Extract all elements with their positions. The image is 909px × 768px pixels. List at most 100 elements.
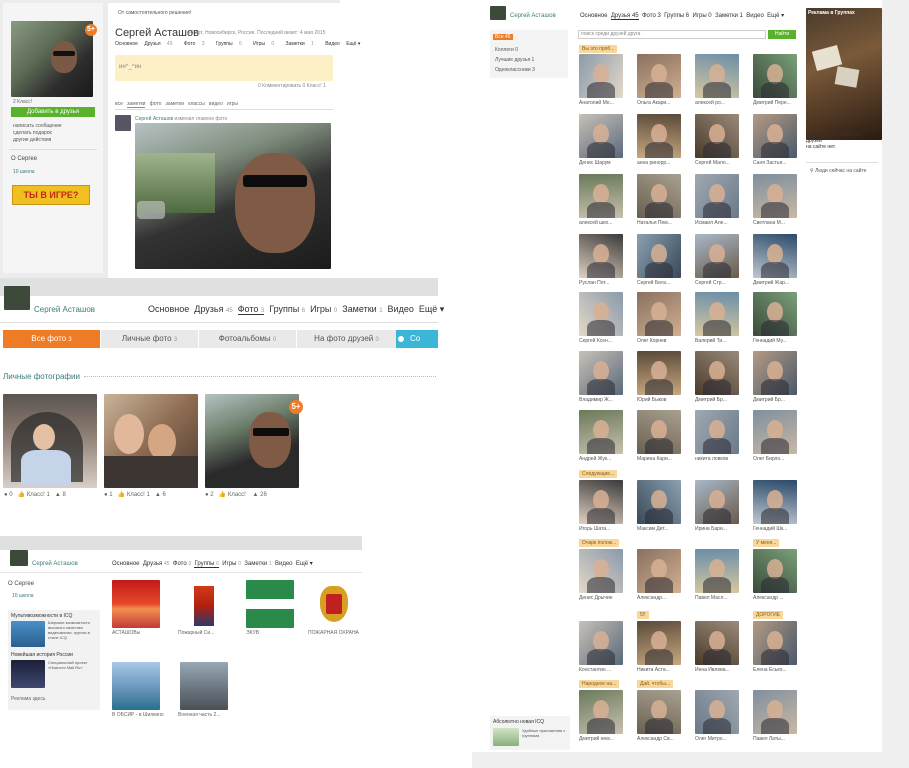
feed-tab-notes2[interactable]: заметки xyxy=(166,101,184,107)
nav-friends[interactable]: Друзья 45 xyxy=(194,304,232,314)
status-text: ин^_^ин xyxy=(119,64,142,70)
nav-notes[interactable]: Заметки 1 xyxy=(244,561,271,567)
feed-tab-notes[interactable]: заметки xyxy=(127,101,146,108)
tab-video[interactable]: Видео xyxy=(325,41,340,47)
left-column: 5+ 2 Класс! Добавить в друзья написать с… xyxy=(3,3,103,273)
profile-panel: 5+ 2 Класс! Добавить в друзья написать с… xyxy=(0,0,360,278)
group-5-name[interactable]: В ОБСИР - в Шилкино xyxy=(112,712,164,718)
tab-notes[interactable]: Заметки 1 xyxy=(286,41,319,47)
photo-2[interactable] xyxy=(104,394,198,488)
tab-all-photos[interactable]: Все фото 3 xyxy=(3,330,100,348)
school-link[interactable]: 10 школа xyxy=(12,593,34,599)
feed-author-link[interactable]: Сергей Асташов xyxy=(135,116,173,122)
ad2-text: Специальный проект «Новости Mail.Ru» xyxy=(48,660,88,670)
group-5-image[interactable] xyxy=(112,662,160,710)
feed-tab-photo[interactable]: фото xyxy=(150,101,162,107)
divider xyxy=(9,149,97,150)
photo-1-stats: ● 0 👍 Класс! 1 ▲ 8 xyxy=(4,492,66,498)
action-message[interactable]: написать сообщение xyxy=(13,123,62,129)
nav-friends[interactable]: Друзья 45 xyxy=(143,561,170,567)
nav-notes[interactable]: Заметки 1 xyxy=(342,304,382,314)
group-1-name[interactable]: АСТАШОВы xyxy=(112,630,140,636)
tab-friends-photos[interactable]: На фото друзей 0 xyxy=(296,330,396,348)
tab-photo[interactable]: Фото 3 xyxy=(184,41,210,47)
group-3-name[interactable]: ЭКУВ xyxy=(246,630,259,636)
tab-games[interactable]: Игры 0 xyxy=(253,41,279,47)
view-icon: ▲ xyxy=(54,492,61,498)
tab-albums[interactable]: Фотоальбомы 0 xyxy=(198,330,296,348)
promo-banner[interactable]: ТЫ В ИГРЕ? xyxy=(12,185,90,205)
tab-friends[interactable]: Друзья 45 xyxy=(144,41,177,47)
nav-groups[interactable]: Группы 6 xyxy=(269,304,305,314)
avatar[interactable] xyxy=(10,550,28,566)
ad1-title[interactable]: Мультивозможности в ICQ xyxy=(11,613,72,619)
nav-games[interactable]: Игры 0 xyxy=(310,304,337,314)
top-notice: От самостоятельного решения! xyxy=(118,10,192,16)
like-icon[interactable]: 👍 xyxy=(18,492,25,498)
school-link[interactable]: 10 школа xyxy=(13,169,35,175)
groups-panel: Сергей Асташов Основное Друзья 45 Фото 3… xyxy=(0,528,372,728)
group-4-name[interactable]: ПОЖАРНАЯ ОХРАНА xyxy=(308,630,359,636)
group-2-image[interactable] xyxy=(180,580,228,628)
photo-3-stats: ● 2 👍 Класс! ▲ 26 xyxy=(205,492,267,498)
like-icon[interactable]: 👍 xyxy=(118,492,125,498)
tag-layer: Вы это проб... Следующие... Очарк полож...… xyxy=(472,0,882,752)
photos-panel: Сергей Асташов Основное Друзья 45 Фото 3… xyxy=(0,278,444,528)
group-6-image[interactable] xyxy=(180,662,228,710)
comment-icon: ● xyxy=(104,492,108,498)
group-6-name[interactable]: Военная часть 2... xyxy=(178,712,220,718)
section-tag: Народное на... xyxy=(579,680,620,688)
section-tag: Дай, чтобы... xyxy=(637,680,673,688)
feed-tab-video[interactable]: видео xyxy=(209,101,223,107)
ad2-image[interactable] xyxy=(11,660,45,688)
ad-footer[interactable]: Реклама здесь xyxy=(11,696,45,702)
nav-photo[interactable]: Фото 3 xyxy=(173,561,191,567)
photo-1[interactable] xyxy=(3,394,97,488)
action-gift[interactable]: сделать подарок xyxy=(13,130,52,136)
profile-name[interactable]: Сергей Асташов xyxy=(34,305,95,314)
add-friend-button[interactable]: Добавить в друзья xyxy=(11,107,95,117)
photo-counts: 2 Класс! xyxy=(13,99,33,105)
nav-video[interactable]: Видео xyxy=(275,561,293,567)
avatar[interactable] xyxy=(4,286,30,310)
section-tag: Следующие... xyxy=(579,470,618,478)
nav-more[interactable]: Ещё ▾ xyxy=(419,304,444,314)
photo-3[interactable] xyxy=(205,394,299,488)
nav-main[interactable]: Основное xyxy=(148,304,189,314)
status-box: ин^_^ин xyxy=(115,55,333,81)
tab-personal-photos[interactable]: Личные фото 3 xyxy=(100,330,198,348)
nav-groups[interactable]: Группы 6 xyxy=(194,561,219,568)
ad1-image[interactable] xyxy=(11,621,45,647)
ad2-title[interactable]: Новейшая история России xyxy=(11,652,73,658)
nav-games[interactable]: Игры 0 xyxy=(222,561,241,567)
feed-photo[interactable] xyxy=(135,123,331,269)
about-label: О Сергее xyxy=(11,156,38,162)
nav-more[interactable]: Ещё ▾ xyxy=(296,561,313,567)
status-footer: 0 Комментировать 0 Класс! 1 xyxy=(258,83,326,89)
divider xyxy=(115,109,333,110)
group-1-image[interactable] xyxy=(112,580,160,628)
tab-main[interactable]: Основное xyxy=(115,41,138,47)
feed-avatar[interactable] xyxy=(115,115,131,131)
profile-photo[interactable] xyxy=(11,21,93,97)
group-4-image[interactable] xyxy=(314,580,354,628)
action-other[interactable]: другие действия xyxy=(13,137,51,143)
feed-tab-all[interactable]: все xyxy=(115,101,123,107)
feed-tab-games[interactable]: игры xyxy=(227,101,238,107)
tab-more[interactable]: Ещё ▾ xyxy=(346,41,360,47)
feed-header: Сергей Асташов изменил главное фото xyxy=(135,116,227,122)
profile-name: Сергей Асташов xyxy=(115,27,199,39)
like-icon[interactable]: 👍 xyxy=(219,492,226,498)
feed-tab-classes[interactable]: классы xyxy=(188,101,205,107)
group-2-name[interactable]: Пожарный Си... xyxy=(178,630,214,636)
nav-main[interactable]: Основное xyxy=(112,561,140,567)
section-title: Личные фотографии xyxy=(3,372,80,381)
feed-action: изменил главное фото xyxy=(174,116,228,122)
profile-name[interactable]: Сергей Асташов xyxy=(32,561,78,567)
nav-photo[interactable]: Фото 3 xyxy=(237,304,265,315)
group-3-image[interactable] xyxy=(246,580,294,628)
tab-groups[interactable]: Группы 6 xyxy=(216,41,247,47)
nav-video[interactable]: Видео xyxy=(388,304,414,314)
section-tag: Вы это проб... xyxy=(579,45,618,53)
badge-5plus: 5+ xyxy=(85,24,97,36)
